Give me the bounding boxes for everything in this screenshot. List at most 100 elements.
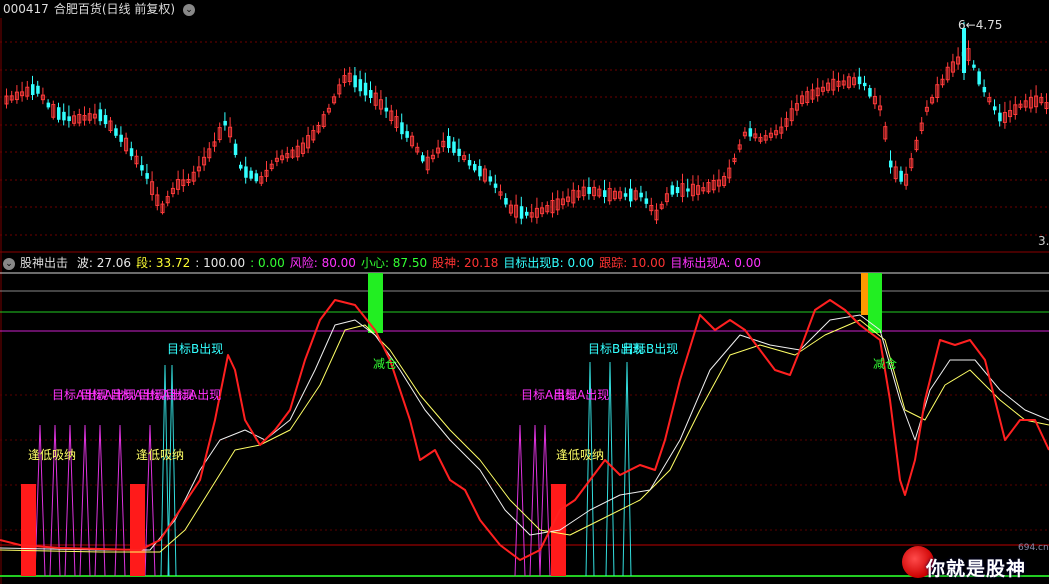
price-axis-label: 3. [1038, 234, 1049, 248]
signal-annotation: 逢低吸纳 [28, 448, 77, 462]
candle-body [603, 190, 607, 197]
stock-name: 合肥百货 [53, 2, 102, 16]
candle-body [982, 86, 987, 93]
signal-a-spike [114, 424, 126, 577]
indicator-name: 股神出击 [20, 256, 69, 270]
candle-body [447, 135, 451, 149]
candle-body [493, 183, 498, 188]
candle-body [962, 28, 966, 73]
signal-annotation: 目标B出现 [167, 342, 224, 356]
candle-body [993, 106, 997, 111]
signal-annotation: 目标A出现 [553, 388, 610, 402]
candle-body [244, 166, 248, 178]
stock-code: 000417 [3, 2, 49, 16]
candle-body [57, 107, 61, 120]
candle-body [384, 107, 389, 112]
candle-body [353, 75, 357, 88]
candle-body [369, 90, 373, 98]
candle-body [644, 198, 649, 204]
indicator-field: 目标出现A: 0.00 [670, 256, 761, 270]
candle-body [46, 102, 51, 108]
buy-bar [21, 484, 36, 576]
candle-body [629, 188, 633, 202]
candle-body [457, 148, 461, 156]
indicator-field: 风险: 80.00 [289, 256, 356, 270]
candle-body [525, 211, 529, 216]
candle-body [748, 128, 753, 137]
indicator-header: ⌄ 股神出击 波: 27.06 段: 33.72 : 100.00 : 0.00 风险: … [3, 254, 766, 272]
candle-body [36, 85, 40, 94]
candle-body [239, 164, 243, 169]
candle-body [421, 155, 425, 162]
candle-body [899, 170, 903, 182]
candle-body [67, 116, 71, 122]
reduce-bar [868, 273, 882, 333]
candle-body [863, 82, 867, 87]
candle-body [998, 112, 1002, 122]
candle-body [473, 164, 477, 171]
signal-annotation: 减仓 [873, 357, 898, 371]
stock-god-line [0, 299, 1049, 561]
indicator-field: 股神: 20.18 [432, 256, 499, 270]
price-header: 000417 合肥百货(日线 前复权) ⌄ [3, 0, 200, 18]
signal-a-spike [94, 424, 106, 577]
signal-annotation: 逢低吸纳 [136, 448, 185, 462]
candle-body [400, 122, 404, 135]
signal-a-spike [79, 424, 91, 577]
candle-body [639, 192, 643, 198]
signal-annotation: 目标A出现 [165, 388, 222, 402]
signal-a-spike [539, 424, 551, 577]
candle-body [467, 160, 472, 166]
chevron-down-icon[interactable]: ⌄ [183, 3, 196, 16]
candle-body [675, 186, 680, 194]
candle-body [587, 187, 591, 194]
candle-body [249, 170, 253, 179]
candle-body [254, 173, 259, 182]
buy-bar [130, 484, 145, 576]
candle-body [98, 109, 103, 122]
candle-body [857, 76, 862, 85]
candle-body [103, 115, 108, 125]
candle-body [488, 176, 493, 182]
candle-body [129, 148, 134, 157]
segment-line [0, 319, 1049, 553]
signal-annotation: 逢低吸纳 [556, 448, 605, 462]
signal-annotation: 目标B出现 [622, 342, 679, 356]
price-high-marker: 6←4.75 [958, 18, 1003, 32]
indicator-field: 段: 33.72 [136, 256, 191, 270]
candle-body [686, 188, 690, 192]
indicator-field: : 100.00 [195, 256, 246, 270]
candle-body [233, 143, 238, 155]
candle-body [868, 88, 872, 97]
candle-body [670, 185, 675, 195]
candle-body [114, 128, 118, 136]
candle-body [358, 79, 363, 92]
candle-body [623, 193, 628, 197]
watermark-url: 694.cn [1018, 543, 1049, 553]
indicator-field: : 0.00 [250, 256, 285, 270]
candle-body [119, 134, 123, 142]
candle-body [223, 120, 227, 126]
watermark-text: 你就是股神 [926, 558, 1027, 580]
indicator-field: 跟踪: 10.00 [599, 256, 666, 270]
candle-body [62, 111, 66, 121]
candle-body [363, 82, 368, 96]
signal-annotation: 减仓 [373, 357, 398, 371]
candle-body [504, 198, 508, 205]
candle-body [31, 84, 35, 96]
chevron-down-icon[interactable]: ⌄ [3, 257, 15, 270]
indicator-field: 小心: 87.50 [360, 256, 428, 270]
indicator-field: 波: 27.06 [76, 256, 132, 270]
chart-canvas[interactable] [0, 0, 1049, 584]
period-mode: (日线 前复权) [101, 2, 176, 16]
candle-body [977, 71, 981, 85]
indicator-field: 目标出现B: 0.00 [503, 256, 595, 270]
candle-body [405, 131, 409, 138]
candle-body [519, 206, 524, 219]
candle-body [889, 160, 893, 168]
candle-body [972, 64, 976, 68]
candle-body [478, 165, 482, 177]
watermark-logo: 你就是股神 694.cn [896, 538, 1049, 584]
candle-body [452, 141, 456, 153]
candle-body [145, 173, 149, 179]
